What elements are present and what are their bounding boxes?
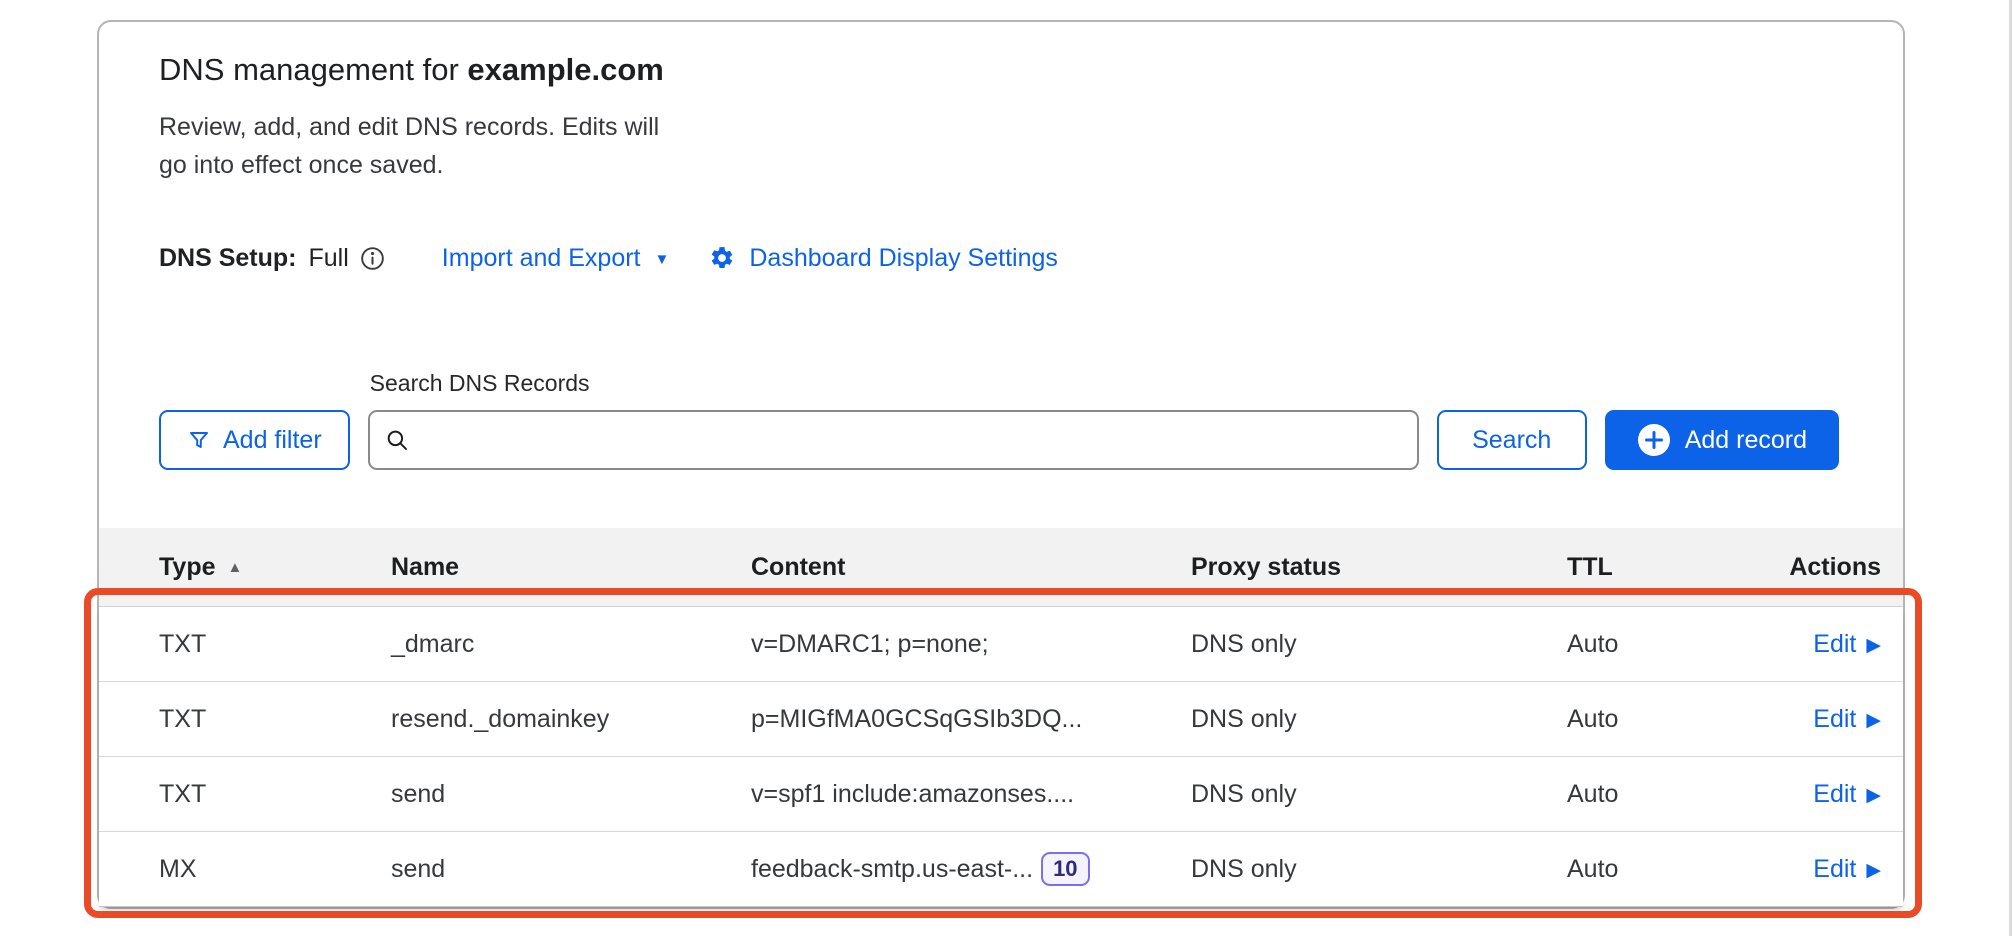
edit-link[interactable]: Edit ▶ [1813,705,1881,734]
cell-proxy-status: DNS only [1191,780,1567,809]
plus-icon [1637,423,1671,457]
cell-proxy-status: DNS only [1191,705,1567,734]
cell-actions: Edit ▶ [1813,855,1881,884]
dns-management-card: DNS management for example.com Review, a… [97,20,1905,909]
content-text: feedback-smtp.us-east-... [751,855,1033,884]
page-title: DNS management for example.com [159,52,1843,88]
page-title-domain: example.com [467,52,663,87]
card-header: DNS management for example.com Review, a… [99,22,1903,184]
priority-badge: 10 [1041,852,1089,886]
edit-link-label: Edit [1813,780,1856,809]
table-row: TXT _dmarc v=DMARC1; p=none; DNS only Au… [99,607,1903,682]
cell-proxy-status: DNS only [1191,630,1567,659]
edit-link[interactable]: Edit ▶ [1813,855,1881,884]
search-group: Search DNS Records [368,368,1419,470]
cell-name: send [391,855,751,884]
import-export-label: Import and Export [442,244,641,273]
table-row: TXT resend._domainkey p=MIGfMA0GCSqGSIb3… [99,682,1903,757]
info-icon[interactable] [359,245,386,272]
filter-icon [187,428,211,452]
table-header-row: Type ▲ Name Content Proxy status TTL Act… [99,528,1903,607]
edit-arrow-icon: ▶ [1866,634,1881,657]
table-row: MX send feedback-smtp.us-east-... 10 DNS… [99,832,1903,907]
edit-link-label: Edit [1813,855,1856,884]
cell-content: feedback-smtp.us-east-... 10 [751,852,1191,886]
add-record-button[interactable]: Add record [1605,410,1839,470]
cell-name: resend._domainkey [391,705,751,734]
sort-ascending-icon: ▲ [228,559,243,576]
content-text: v=DMARC1; p=none; [751,630,989,659]
cell-ttl: Auto [1567,630,1749,659]
page-title-prefix: DNS management for [159,52,467,87]
content-text: v=spf1 include:amazonses.... [751,780,1074,809]
cell-proxy-status: DNS only [1191,855,1567,884]
table-body: TXT _dmarc v=DMARC1; p=none; DNS only Au… [99,607,1903,907]
dns-setup-row: DNS Setup: Full Import and Export ▼ [159,240,1843,276]
cell-actions: Edit ▶ [1813,780,1881,809]
gear-icon [709,245,735,271]
subtitle-line-1: Review, add, and edit DNS records. Edits… [159,108,1843,146]
edit-link-label: Edit [1813,630,1856,659]
add-filter-label: Add filter [223,426,322,455]
cell-name: _dmarc [391,630,751,659]
add-filter-button[interactable]: Add filter [159,410,350,470]
cell-content: v=DMARC1; p=none; [751,630,1191,659]
column-header-ttl: TTL [1567,553,1749,582]
search-button-label: Search [1472,426,1551,455]
search-input[interactable] [420,411,1403,469]
column-header-name: Name [391,553,751,582]
edit-arrow-icon: ▶ [1866,709,1881,732]
caret-down-icon: ▼ [655,251,670,268]
content-text: p=MIGfMA0GCSqGSIb3DQ... [751,705,1082,734]
edit-arrow-icon: ▶ [1866,859,1881,882]
cell-ttl: Auto [1567,705,1749,734]
edit-link[interactable]: Edit ▶ [1813,630,1881,659]
add-record-label: Add record [1685,426,1807,455]
dns-setup-label: DNS Setup: [159,244,297,273]
page-subtitle: Review, add, and edit DNS records. Edits… [159,108,1843,184]
column-header-actions: Actions [1789,553,1881,582]
search-button[interactable]: Search [1437,410,1587,470]
cell-ttl: Auto [1567,780,1749,809]
cell-type: MX [159,855,391,884]
cell-name: send [391,780,751,809]
cell-content: v=spf1 include:amazonses.... [751,780,1191,809]
column-header-type-label: Type [159,553,216,582]
search-icon [384,427,410,453]
column-header-content: Content [751,553,1191,582]
cell-content: p=MIGfMA0GCSqGSIb3DQ... [751,705,1191,734]
dashboard-display-settings-link[interactable]: Dashboard Display Settings [709,244,1058,273]
column-header-proxy-status: Proxy status [1191,553,1567,582]
import-export-link[interactable]: Import and Export ▼ [442,244,670,273]
edit-link[interactable]: Edit ▶ [1813,780,1881,809]
search-box [368,410,1419,470]
subtitle-line-2: go into effect once saved. [159,146,1843,184]
dns-records-table: Type ▲ Name Content Proxy status TTL Act… [99,528,1903,907]
edit-arrow-icon: ▶ [1866,784,1881,807]
dns-management-page: DNS management for example.com Review, a… [0,0,2012,936]
cell-actions: Edit ▶ [1813,705,1881,734]
table-row: TXT send v=spf1 include:amazonses.... DN… [99,757,1903,832]
dashboard-display-settings-label: Dashboard Display Settings [749,244,1058,273]
cell-type: TXT [159,705,391,734]
edit-link-label: Edit [1813,705,1856,734]
cell-ttl: Auto [1567,855,1749,884]
dns-setup-value: Full [309,244,349,273]
cell-actions: Edit ▶ [1813,630,1881,659]
column-header-type[interactable]: Type ▲ [159,553,391,582]
search-label: Search DNS Records [370,368,1419,398]
toolbar: Add filter Search DNS Records Search [159,368,1839,470]
cell-type: TXT [159,630,391,659]
cell-type: TXT [159,780,391,809]
